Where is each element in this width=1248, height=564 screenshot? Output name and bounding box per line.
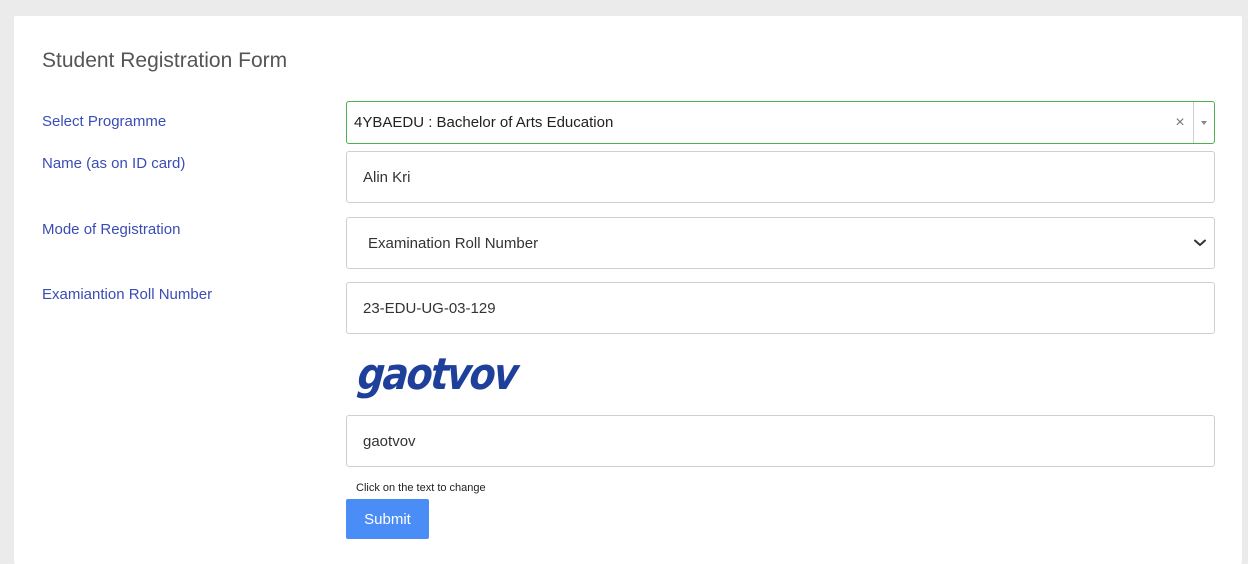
mode-selected-value: Examination Roll Number [368, 234, 539, 252]
roll-number-label: Examiantion Roll Number [42, 286, 213, 303]
form-title: Student Registration Form [42, 49, 288, 72]
close-icon[interactable]: × [1167, 114, 1193, 132]
name-input-value: Alin Kri [363, 168, 411, 186]
submit-button[interactable]: Submit [346, 499, 429, 539]
captcha-hint: Click on the text to change [356, 482, 486, 494]
name-input[interactable]: Alin Kri [346, 151, 1215, 203]
name-label: Name (as on ID card) [42, 155, 186, 172]
mode-label: Mode of Registration [42, 221, 181, 238]
caret-down-icon[interactable] [1194, 120, 1214, 125]
registration-card: Student Registration Form Select Program… [14, 16, 1242, 564]
programme-select[interactable]: 4YBAEDU : Bachelor of Arts Education × [346, 101, 1215, 144]
chevron-down-icon[interactable] [1186, 239, 1214, 247]
mode-select[interactable]: Examination Roll Number [346, 217, 1215, 269]
captcha-input-value: gaotvov [363, 432, 416, 450]
roll-number-input[interactable]: 23-EDU-UG-03-129 [346, 282, 1215, 334]
programme-selected-value: 4YBAEDU : Bachelor of Arts Education [354, 114, 614, 131]
roll-number-value: 23-EDU-UG-03-129 [363, 299, 496, 317]
captcha-input[interactable]: gaotvov [346, 415, 1215, 467]
captcha-image[interactable]: gaotvov [356, 349, 519, 400]
programme-label: Select Programme [42, 113, 167, 130]
